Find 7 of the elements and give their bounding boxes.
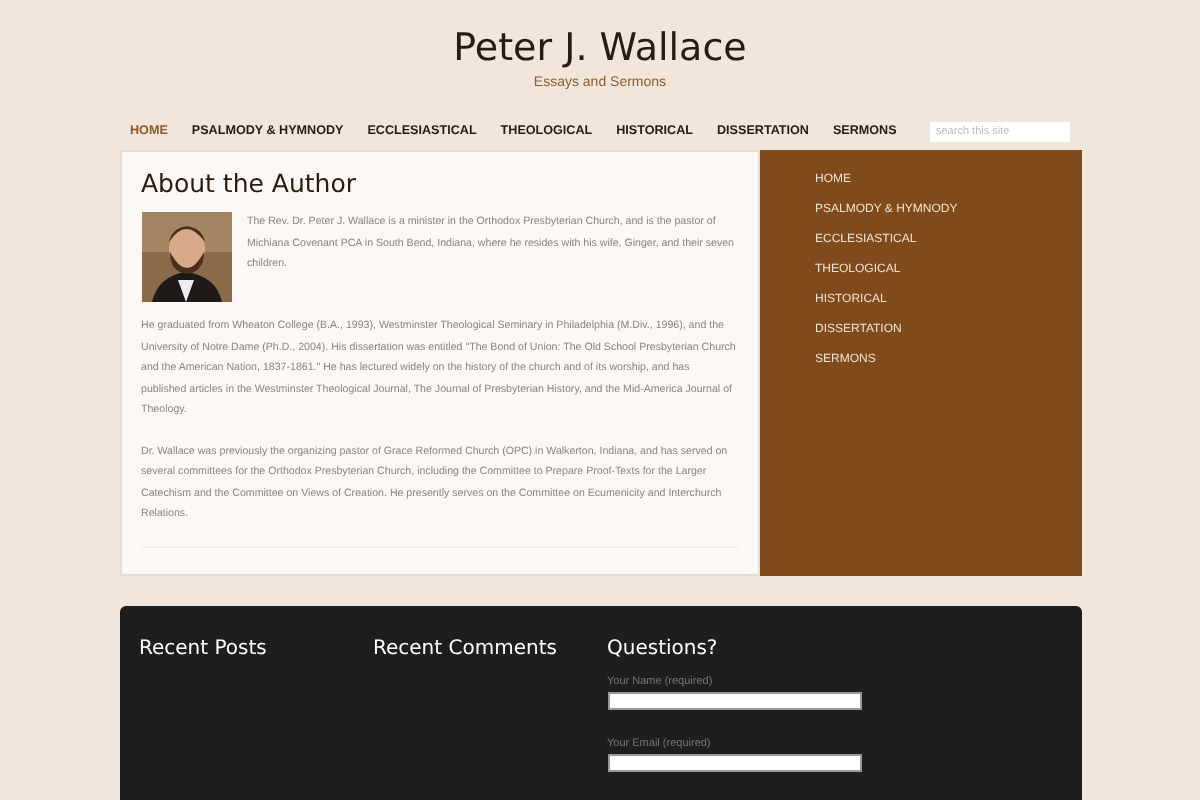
input-field[interactable] <box>607 754 861 772</box>
widget-title: Questions? <box>607 638 720 660</box>
widget-title: Recent Posts <box>139 638 269 660</box>
site-title[interactable]: Peter J. Wallace <box>453 24 747 72</box>
input-field[interactable] <box>607 692 861 710</box>
article-title: About the Author <box>141 168 359 199</box>
widget-title: Recent Comments <box>373 638 559 660</box>
